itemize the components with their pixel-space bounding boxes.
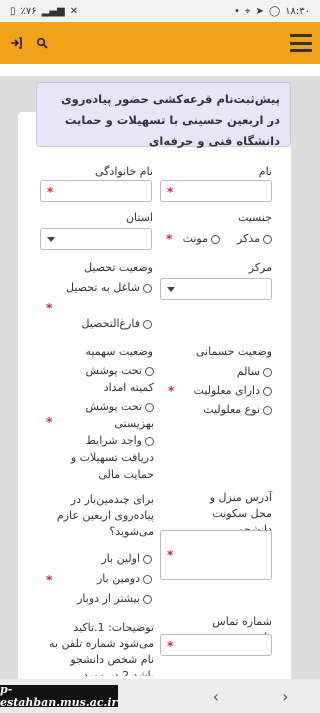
times-option-label: دومین بار xyxy=(96,572,140,585)
last-name-label: نام خانوادگی xyxy=(95,165,153,178)
menu-icon[interactable] xyxy=(290,34,312,52)
physical-option-label: دارای معلولیت xyxy=(193,384,260,397)
form-title: پیش‌ثبت‌نام قرعه‌کشی حضور پیاده‌روی در ا… xyxy=(36,82,291,148)
login-icon[interactable] xyxy=(8,35,24,51)
address-textarea[interactable]: * xyxy=(160,530,272,580)
quota-option-label: تحت پوشش بهزیستی xyxy=(85,400,154,430)
province-select[interactable] xyxy=(40,228,152,250)
times-option-label: بیشتر از دوبار xyxy=(77,592,140,605)
gender-option-label: مذکر xyxy=(237,232,260,245)
times-option-second[interactable]: دومین بار xyxy=(84,570,152,587)
required-mark: * xyxy=(166,232,173,246)
edu-option-label: فارغ‌التحصیل xyxy=(81,317,140,330)
required-mark: * xyxy=(47,185,54,199)
radio-button[interactable] xyxy=(145,436,154,446)
radio-button[interactable] xyxy=(143,554,152,564)
quota-status-label: وضعیت سهمیه xyxy=(85,345,153,358)
required-mark: * xyxy=(46,415,53,429)
required-mark: * xyxy=(46,573,53,587)
required-mark: * xyxy=(167,639,174,653)
quota-option-label: تحت پوشش کمیته امداد xyxy=(85,364,154,394)
first-name-label: نام xyxy=(258,165,272,178)
first-name-input[interactable]: * xyxy=(160,180,272,202)
times-attended-label: برای چندمین‌بار در پیاده‌روی اربعین عازم… xyxy=(56,493,154,538)
required-mark: * xyxy=(167,185,174,199)
status-right: • ⌖ ➤ ◯ ۱۸:۳۰ xyxy=(234,6,310,17)
status-left: ▯ ٪۷۶ ▂▄▆ ✕ xyxy=(10,6,78,17)
quota-option-relief[interactable]: تحت پوشش کمیته امداد xyxy=(64,362,154,396)
radio-button[interactable] xyxy=(263,234,272,244)
notes-text: توضیحات: 1.تاکید می‌شود شماره تلفن به نا… xyxy=(49,621,154,676)
center-label: مرکز xyxy=(248,261,272,274)
url-label[interactable]: p-estahban.mus.ac.ir xyxy=(0,683,118,709)
radio-button[interactable] xyxy=(143,594,152,604)
radio-button[interactable] xyxy=(143,319,152,329)
required-mark: * xyxy=(46,301,53,315)
app-bar xyxy=(0,22,320,64)
required-mark: * xyxy=(167,548,174,562)
battery-icon: ▯ xyxy=(10,5,16,17)
radio-button[interactable] xyxy=(145,402,154,412)
signal-icon: ▂▄▆ xyxy=(41,5,65,17)
physical-option-disabled[interactable]: دارای معلولیت xyxy=(186,382,272,399)
phone-input[interactable]: * xyxy=(160,634,272,656)
status-time: ۱۸:۳۰ xyxy=(285,5,310,17)
center-select[interactable] xyxy=(160,278,272,300)
gender-label: جنسیت xyxy=(237,211,272,224)
times-option-label: اولین بار xyxy=(101,552,140,565)
search-icon[interactable] xyxy=(34,35,50,51)
radio-button[interactable] xyxy=(263,367,272,377)
physical-option-label: سالم xyxy=(236,365,260,378)
radio-button[interactable] xyxy=(143,574,152,584)
edu-option-label: شاغل به تحصیل xyxy=(66,281,140,294)
edu-option-studying[interactable]: شاغل به تحصیل xyxy=(64,279,152,296)
edu-option-graduated[interactable]: فارغ‌التحصیل xyxy=(56,315,152,332)
status-bar: ▯ ٪۷۶ ▂▄▆ ✕ • ⌖ ➤ ◯ ۱۸:۳۰ xyxy=(0,0,320,22)
quota-option-financial[interactable]: واجد شرایط دریافت تسهیلات و حمایت مالی xyxy=(60,432,154,483)
physical-option-disability-type[interactable]: نوع معلولیت xyxy=(186,401,272,418)
app-bar-tools xyxy=(8,35,50,51)
chevron-down-icon xyxy=(47,237,55,242)
province-label: استان xyxy=(125,211,153,224)
physical-status-label: وضعیت جسمانی xyxy=(195,345,272,358)
times-option-first[interactable]: اولین بار xyxy=(90,550,152,567)
mute-icon: ✕ xyxy=(69,5,79,17)
radio-button[interactable] xyxy=(143,283,152,293)
back-icon[interactable]: ‹ xyxy=(213,687,219,706)
location-icon: ⌖ xyxy=(244,5,251,17)
last-name-input[interactable]: * xyxy=(40,180,152,202)
notification-dot: • xyxy=(234,5,240,17)
radio-button[interactable] xyxy=(145,366,154,376)
gender-option-label: مونث xyxy=(182,232,208,245)
forward-icon[interactable]: › xyxy=(282,687,288,706)
whatsapp-icon: ◯ xyxy=(268,5,281,17)
required-mark: * xyxy=(168,384,175,398)
physical-option-label: نوع معلولیت xyxy=(203,403,260,416)
radio-button[interactable] xyxy=(263,405,272,415)
physical-option-healthy[interactable]: سالم xyxy=(216,363,272,380)
gender-option-female[interactable]: مونث xyxy=(176,230,220,247)
app-bar-shadow xyxy=(0,64,320,76)
gender-option-male[interactable]: مذکر xyxy=(220,230,272,247)
telegram-icon: ➤ xyxy=(255,5,264,17)
radio-button[interactable] xyxy=(263,386,272,396)
radio-button[interactable] xyxy=(211,234,220,244)
quota-option-welfare[interactable]: تحت پوشش بهزیستی xyxy=(64,398,154,432)
times-option-more[interactable]: بیشتر از دوبار xyxy=(66,590,152,607)
quota-option-label: واجد شرایط دریافت تسهیلات و حمایت مالی xyxy=(70,434,154,481)
battery-level: ٪۷۶ xyxy=(20,5,37,17)
edu-status-label: وضعیت تحصیل xyxy=(84,261,153,274)
chevron-down-icon xyxy=(167,287,175,292)
